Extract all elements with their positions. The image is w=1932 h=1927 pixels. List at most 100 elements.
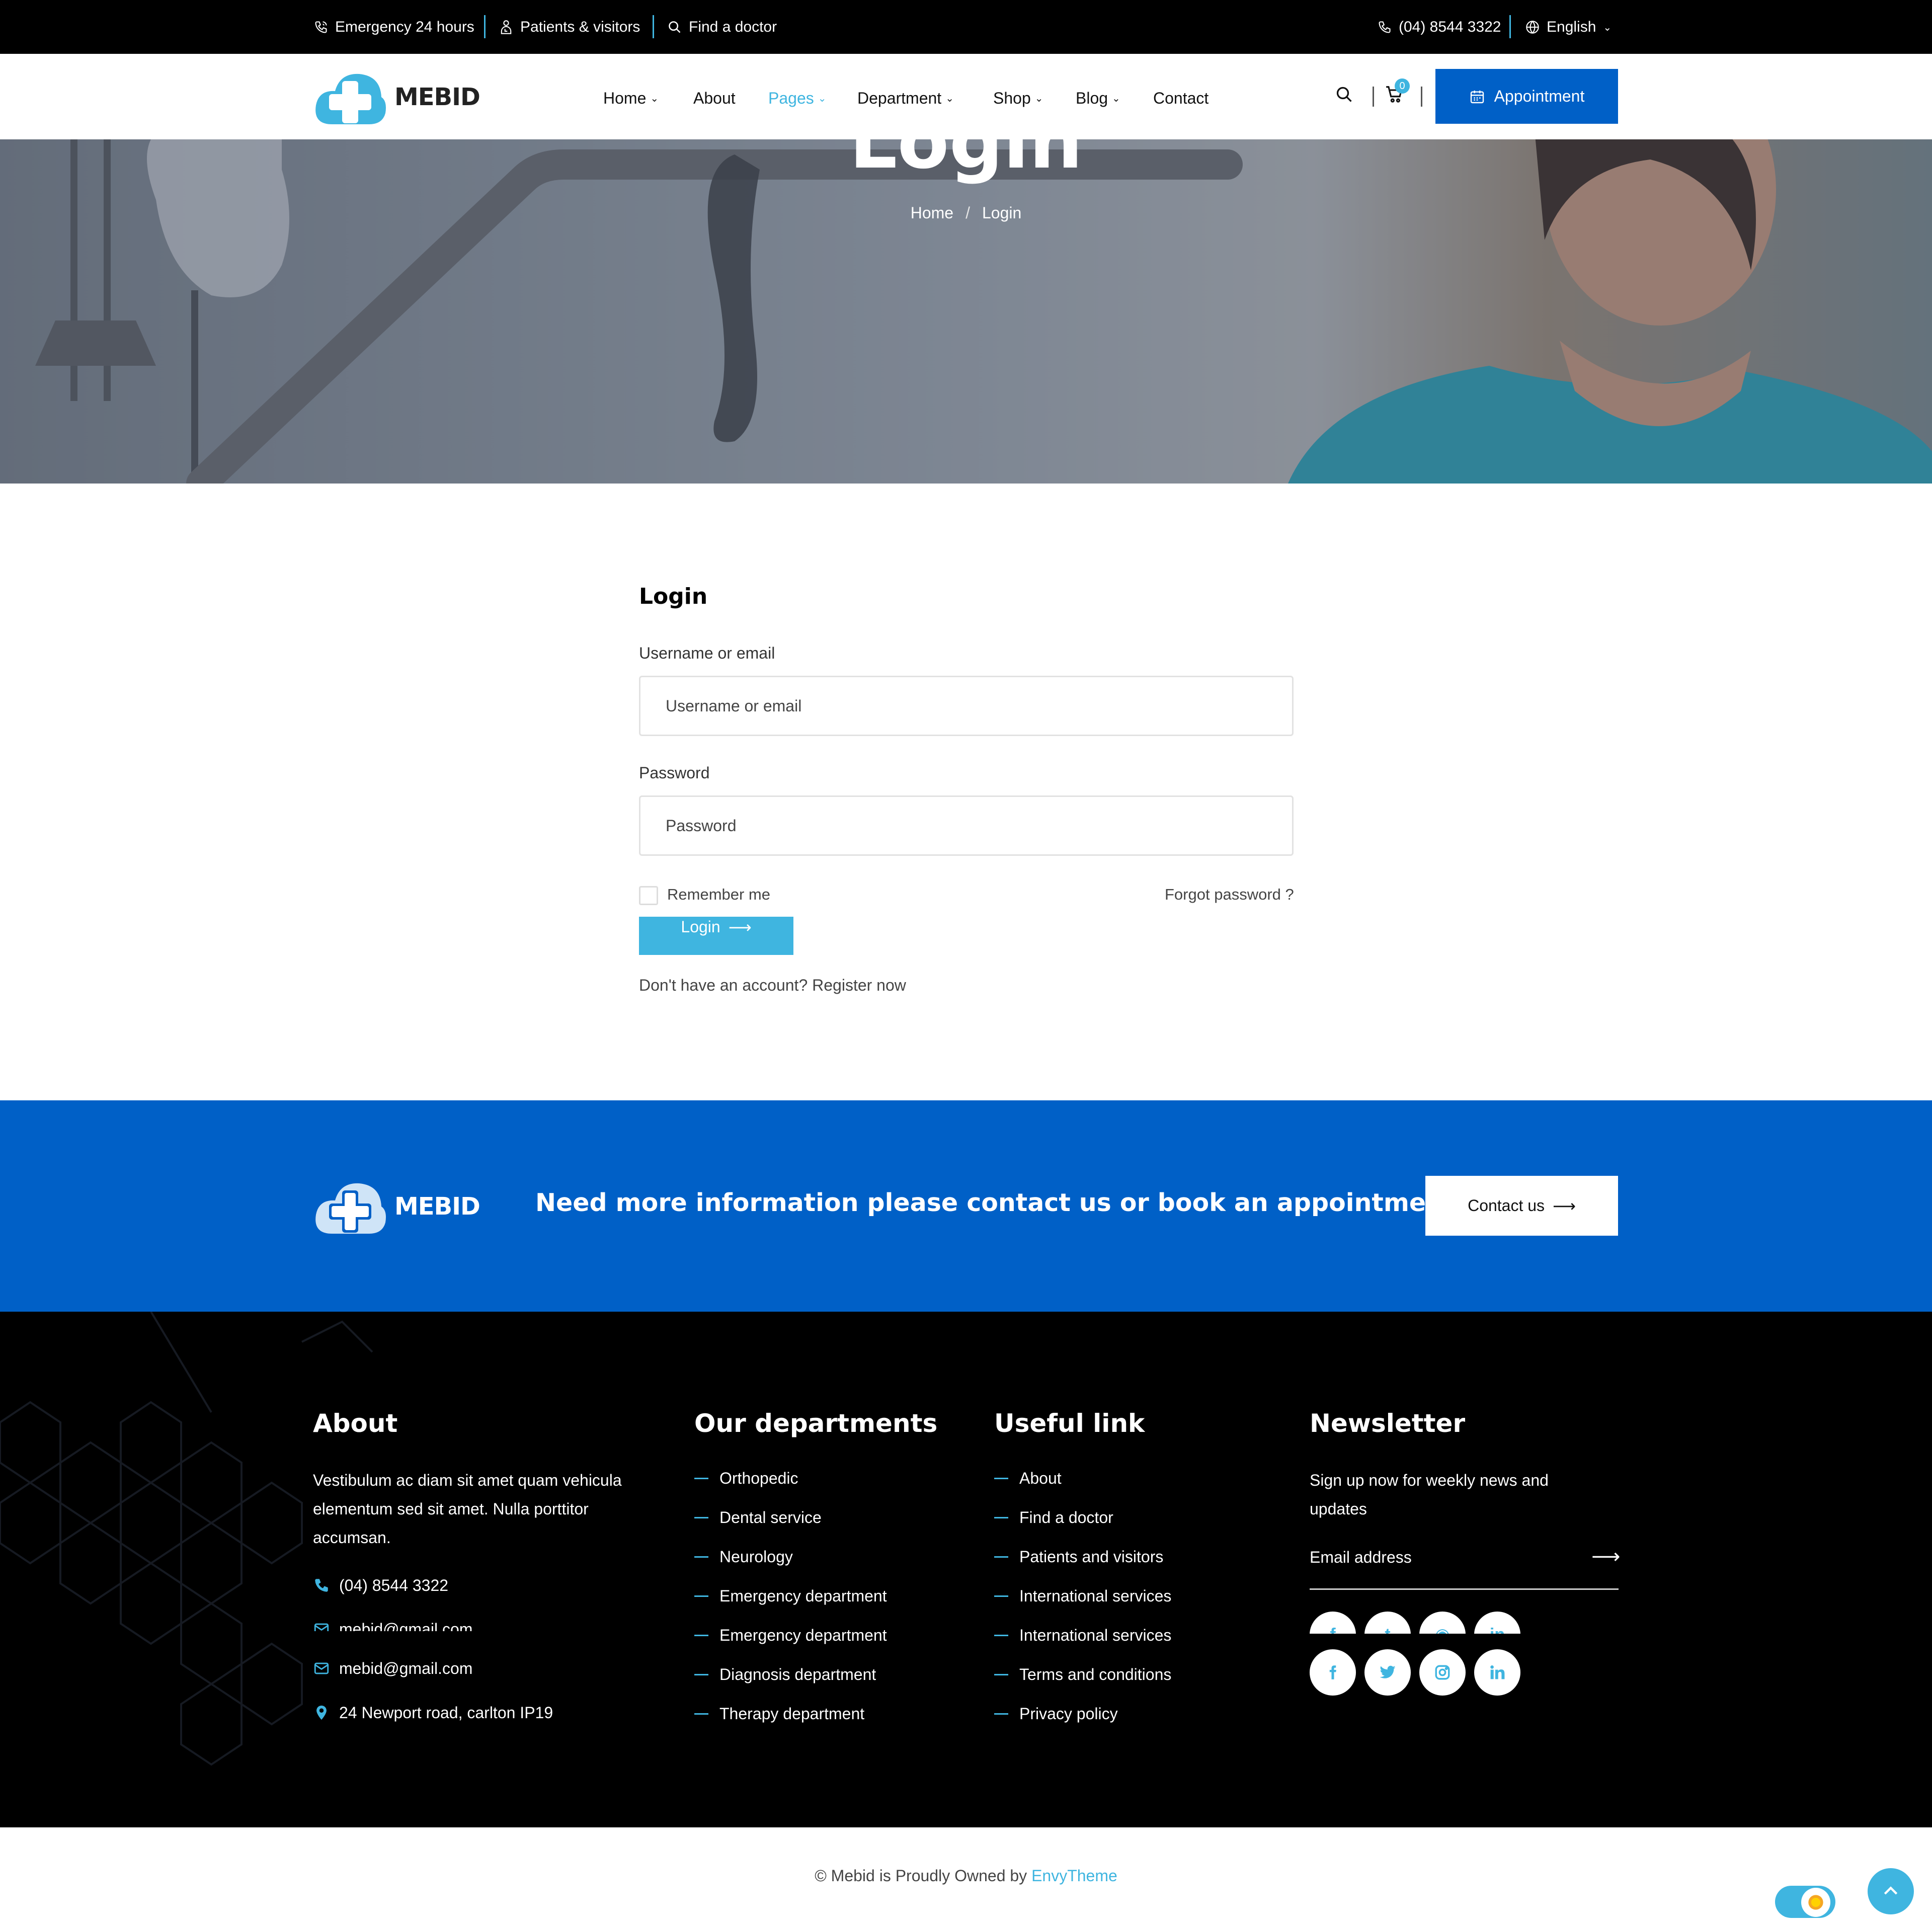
footer-department-link[interactable]: Therapy department [694,1694,887,1733]
patients-link[interactable]: Patients & visitors [499,17,640,37]
dash-icon [694,1713,708,1715]
footer-useful-link[interactable]: International services [994,1576,1171,1616]
username-label: Username or email [639,644,775,662]
footer-useful-link[interactable]: About [994,1459,1171,1498]
hexagon-pattern-decoration [0,1312,373,1766]
footer-useful-label: International services [1019,1626,1172,1644]
chevron-up-icon [1884,1886,1898,1895]
footer-address-label: 24 Newport road, carlton IP19 [339,1703,553,1722]
phone-label: (04) 8544 3322 [1399,19,1501,35]
contact-us-button[interactable]: Contact us ⟶ [1425,1176,1618,1236]
phone-call-icon [315,21,327,33]
dash-icon [994,1713,1008,1715]
emergency-link[interactable]: Emergency 24 hours [314,17,474,37]
facebook-icon[interactable] [1310,1649,1356,1696]
linkedin-icon[interactable] [1474,1649,1520,1696]
password-label: Password [639,764,710,782]
cta-text: Need more information please contact us … [535,1188,1456,1217]
footer-useful-heading: Useful link [994,1409,1145,1438]
remember-me-checkbox[interactable] [639,886,658,905]
dash-icon [694,1673,708,1675]
cta-logo[interactable]: MEBID [313,1177,484,1235]
phone-icon [315,1579,328,1592]
breadcrumb-current: Login [982,204,1022,222]
medical-cross-logo-icon [315,1183,386,1234]
footer-department-link[interactable]: Diagnosis department [694,1655,887,1694]
newsletter-submit-arrow-icon[interactable]: ⟶ [1591,1545,1620,1568]
footer-email-label: mebid@gmail.com [339,1620,473,1632]
doctor-icon [501,20,512,34]
footer-department-link[interactable]: Emergency department [694,1616,887,1655]
dash-icon [694,1516,708,1518]
footer-phone[interactable]: (04) 8544 3322 [313,1570,448,1600]
dash-icon [694,1595,708,1597]
footer-phone-label: (04) 8544 3322 [339,1576,449,1594]
twitter-icon: t [1364,1612,1411,1634]
login-submit-button[interactable]: Login ⟶ [639,917,793,955]
social-icons-ghost: f t ◉ in [1310,1612,1521,1634]
dash-icon [694,1556,708,1558]
footer-department-label: Orthopedic [719,1469,798,1487]
language-selector[interactable]: English ⌄ [1525,17,1612,37]
social-icons [1310,1649,1520,1696]
footer-department-link[interactable]: Neurology [694,1537,887,1576]
arrow-right-icon: ⟶ [1553,1196,1576,1215]
envytheme-link[interactable]: EnvyTheme [1031,1867,1117,1885]
login-submit-label: Login [681,918,720,936]
mail-icon [314,1662,329,1674]
breadcrumb: Home / Login [0,204,1932,222]
dash-icon [694,1477,708,1479]
footer-useful-label: Terms and conditions [1019,1665,1172,1683]
footer-department-link[interactable]: Orthopedic [694,1459,887,1498]
footer-newsletter-heading: Newsletter [1310,1409,1466,1438]
username-input[interactable] [639,676,1294,736]
footer-useful-link[interactable]: Patients and visitors [994,1537,1171,1576]
dash-icon [994,1595,1008,1597]
emergency-label: Emergency 24 hours [335,19,474,35]
cta-logo-text: MEBID [394,1192,480,1221]
breadcrumb-home-link[interactable]: Home [911,204,953,222]
footer-useful-label: Patients and visitors [1019,1547,1164,1566]
globe-icon [1526,21,1539,34]
footer-about-text: Vestibulum ac diam sit amet quam vehicul… [313,1471,622,1547]
copyright-text: © Mebid is Proudly Owned by EnvyTheme [0,1867,1932,1885]
register-link[interactable]: Don't have an account? Register now [639,976,906,995]
footer-department-label: Neurology [719,1547,793,1566]
find-doctor-link[interactable]: Find a doctor [668,17,777,37]
footer-about-heading: About [313,1409,398,1438]
dash-icon [994,1516,1008,1518]
remember-me-label[interactable]: Remember me [667,886,770,904]
instagram-icon[interactable] [1419,1649,1466,1696]
footer-useful-link[interactable]: Find a doctor [994,1498,1171,1537]
footer-useful-link[interactable]: Terms and conditions [994,1655,1171,1694]
footer-department-link[interactable]: Emergency department [694,1576,887,1616]
mail-icon [314,1623,329,1631]
arrow-right-icon: ⟶ [728,918,752,936]
login-form-heading: Login [639,584,708,609]
breadcrumb-separator: / [965,204,970,222]
hero-overlay [0,139,1932,484]
topbar-divider [653,15,654,38]
chevron-down-icon: ⌄ [1603,22,1612,33]
dash-icon [994,1556,1008,1558]
topbar-divider [484,15,486,38]
topbar-phone[interactable]: (04) 8544 3322 [1378,17,1501,37]
newsletter-field: ⟶ [1310,1537,1620,1590]
newsletter-email-input[interactable] [1310,1537,1561,1577]
footer-email[interactable]: mebid@gmail.com [313,1653,472,1683]
footer-department-label: Therapy department [719,1704,865,1723]
cart-count-badge: 0 [1395,78,1410,94]
password-input[interactable] [639,795,1294,856]
back-to-top-button[interactable] [1868,1868,1914,1914]
language-label: English [1547,19,1596,35]
footer-department-label: Diagnosis department [719,1665,876,1683]
footer-useful-link[interactable]: Privacy policy [994,1694,1171,1733]
copyright-prefix: © Mebid is Proudly Owned by [815,1867,1032,1885]
page-title: Login [849,98,1083,186]
footer-useful-link[interactable]: International services [994,1616,1171,1655]
linkedin-icon: in [1474,1612,1520,1634]
footer-department-link[interactable]: Dental service [694,1498,887,1537]
forgot-password-link[interactable]: Forgot password ? [1165,886,1294,904]
twitter-icon[interactable] [1364,1649,1411,1696]
site-footer [0,1312,1932,1827]
